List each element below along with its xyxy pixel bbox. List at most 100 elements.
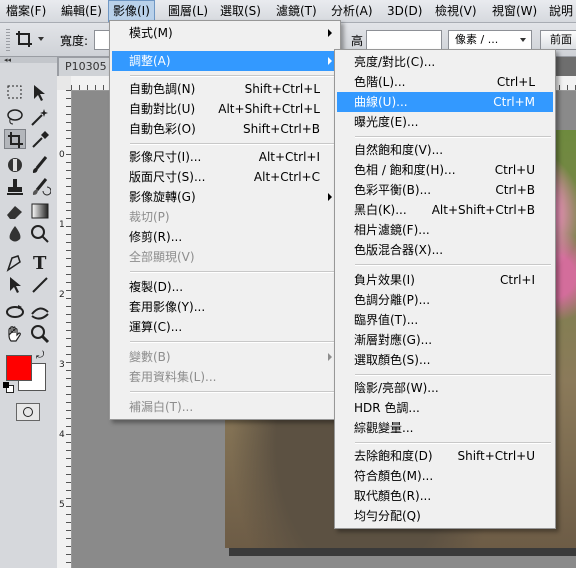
lasso-tool-icon[interactable] [4,107,26,127]
menu-item-trim[interactable]: 修剪(R)... [112,227,338,247]
menu-item-shortcut: Ctrl+B [495,183,535,197]
menu-item-channel-mixer[interactable]: 色版混合器(X)... [337,240,553,260]
menu-view[interactable]: 檢視(V) [431,0,481,22]
menu-item-desaturate[interactable]: 去除飽和度(D) Shift+Ctrl+U [337,446,553,466]
zoom-tool-icon[interactable] [29,324,51,344]
menu-help[interactable]: 說明 [545,0,576,22]
swap-colors-icon[interactable]: ⤾ [36,350,44,361]
menu-item-label: 色階(L)... [354,75,406,89]
front-image-button[interactable]: 前面 [540,30,576,50]
menu-item-selective-color[interactable]: 選取顏色(S)... [337,350,553,370]
blur-tool-icon[interactable] [4,224,26,244]
width-label: 寬度: [60,34,89,48]
menu-item-equalize[interactable]: 均勻分配(Q) [337,506,553,526]
move-tool-icon[interactable] [29,83,51,103]
menu-item-label: 自動色彩(O) [129,122,196,136]
menu-item-variations[interactable]: 綜觀變量... [337,418,553,438]
menu-item-brightness-contrast[interactable]: 亮度/對比(C)... [337,52,553,72]
menu-item-label: 色版混合器(X)... [354,243,444,257]
menu-item-hue-saturation[interactable]: 色相 / 飽和度(H)... Ctrl+U [337,160,553,180]
preset-dropdown-icon[interactable] [38,37,44,41]
line-tool-icon[interactable] [29,275,51,295]
clone-stamp-icon[interactable] [4,177,26,197]
menu-file[interactable]: 檔案(F) [2,0,50,22]
image-menu: 模式(M) 調整(A) 自動色調(N) Shift+Ctrl+L 自動對比(U) A… [109,20,341,420]
brush-tool-icon[interactable] [29,155,51,175]
menu-item-image-size[interactable]: 影像尺寸(I)... Alt+Ctrl+I [112,147,338,167]
foreground-color-swatch[interactable] [6,355,32,381]
menu-item-calculations[interactable]: 運算(C)... [112,317,338,337]
eraser-icon[interactable] [4,201,26,221]
menu-edit[interactable]: 編輯(E) [57,0,106,22]
3d-rotate-icon[interactable] [4,302,26,322]
menu-analysis[interactable]: 分析(A) [327,0,377,22]
collapse-icon[interactable]: ◂◂ [4,56,11,64]
3d-orbit-icon[interactable] [29,302,51,322]
menu-item-gradient-map[interactable]: 漸層對應(G)... [337,330,553,350]
magic-wand-icon[interactable] [29,107,51,127]
menu-window[interactable]: 視窗(W) [488,0,541,22]
menu-item-hdr-toning[interactable]: HDR 色調... [337,398,553,418]
menu-item-image-rotation[interactable]: 影像旋轉(G) [112,187,338,207]
menu-item-photo-filter[interactable]: 相片濾鏡(F)... [337,220,553,240]
menu-image[interactable]: 影像(I) [108,0,155,22]
width-input[interactable] [94,30,110,50]
submenu-arrow-icon [328,353,332,361]
menu-item-black-white[interactable]: 黑白(K)... Alt+Shift+Ctrl+B [337,200,553,220]
menu-separator [130,391,336,393]
menu-item-label: 修剪(R)... [129,230,183,244]
unit-select[interactable]: 像素 / ... [448,30,532,50]
menu-item-label: 模式(M) [129,26,173,40]
crop-tool-preset-icon[interactable] [14,29,36,49]
unit-select-value: 像素 / ... [455,33,499,46]
menu-item-auto-contrast[interactable]: 自動對比(U) Alt+Shift+Ctrl+L [112,99,338,119]
menu-item-canvas-size[interactable]: 版面尺寸(S)... Alt+Ctrl+C [112,167,338,187]
menu-item-mode[interactable]: 模式(M) [112,23,338,43]
menu-separator [355,442,551,444]
menu-item-label: 自動對比(U) [129,102,196,116]
marquee-tool-icon[interactable] [4,83,26,103]
path-selection-icon[interactable] [4,275,26,295]
history-brush-icon[interactable] [29,177,52,197]
menu-item-invert[interactable]: 負片效果(I) Ctrl+I [337,270,553,290]
menu-item-auto-color[interactable]: 自動色彩(O) Shift+Ctrl+B [112,119,338,139]
menu-filter[interactable]: 濾鏡(T) [272,0,321,22]
menu-item-exposure[interactable]: 曝光度(E)... [337,112,553,132]
menu-item-label: 綜觀變量... [354,421,414,435]
photo-shadow [229,548,576,556]
eyedropper-icon[interactable] [29,129,51,149]
hand-tool-icon[interactable] [4,324,26,344]
ruler-origin[interactable] [57,76,72,91]
pen-tool-icon[interactable] [4,252,26,272]
menu-item-shortcut: Shift+Ctrl+B [243,122,320,136]
menu-item-vibrance[interactable]: 自然飽和度(V)... [337,140,553,160]
menu-item-curves[interactable]: 曲線(U)... Ctrl+M [337,92,553,112]
type-tool-icon[interactable]: T [29,252,51,274]
menu-item-duplicate[interactable]: 複製(D)... [112,277,338,297]
menu-layer[interactable]: 圖層(L) [164,0,212,22]
menu-item-replace-color[interactable]: 取代顏色(R)... [337,486,553,506]
ruler-label: 2 [59,290,65,300]
menu-item-adjustments[interactable]: 調整(A) [112,51,338,71]
menu-item-shadows-highlights[interactable]: 陰影/亮部(W)... [337,378,553,398]
menu-item-label: 取代顏色(R)... [354,489,432,503]
menu-item-match-color[interactable]: 符合顏色(M)... [337,466,553,486]
menu-item-color-balance[interactable]: 色彩平衡(B)... Ctrl+B [337,180,553,200]
menu-item-posterize[interactable]: 色調分離(P)... [337,290,553,310]
menu-select[interactable]: 選取(S) [216,0,265,22]
menu-item-auto-tone[interactable]: 自動色調(N) Shift+Ctrl+L [112,79,338,99]
dodge-tool-icon[interactable] [29,224,51,244]
menu-item-threshold[interactable]: 臨界值(T)... [337,310,553,330]
menu-separator [355,264,551,266]
gradient-tool-icon[interactable] [29,201,51,221]
menu-item-levels[interactable]: 色階(L)... Ctrl+L [337,72,553,92]
healing-brush-icon[interactable] [4,155,26,175]
crop-tool-icon[interactable] [4,129,26,149]
menu-item-apply-image[interactable]: 套用影像(Y)... [112,297,338,317]
toolbox: ◂◂ T ⤾ [0,56,58,568]
default-colors-icon[interactable] [3,382,14,393]
resolution-input[interactable] [366,30,442,50]
quick-mask-icon[interactable] [16,403,40,421]
menu-3d[interactable]: 3D(D) [383,0,426,22]
menu-item-shortcut: Ctrl+U [494,163,535,177]
